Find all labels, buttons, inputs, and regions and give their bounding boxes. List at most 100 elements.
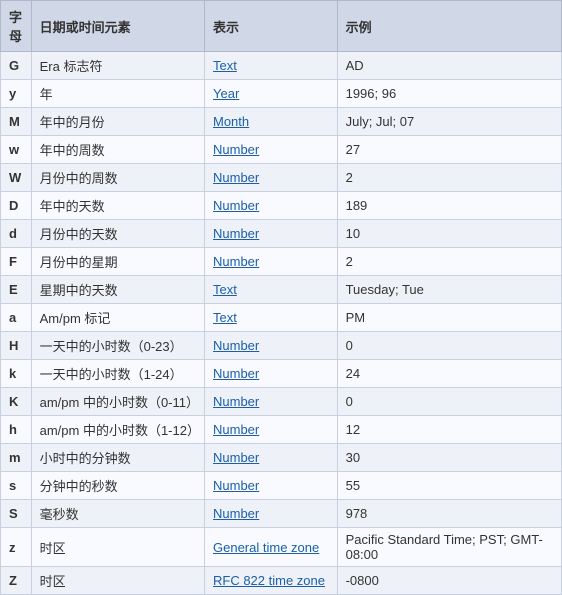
cell-desc: 年中的月份 (31, 108, 204, 136)
cell-example: 2 (337, 164, 561, 192)
cell-example: -0800 (337, 567, 561, 595)
header-example: 示例 (337, 1, 561, 52)
rep-link[interactable]: Number (213, 338, 259, 353)
rep-link[interactable]: Number (213, 506, 259, 521)
cell-rep[interactable]: Number (205, 416, 338, 444)
table-row: E星期中的天数TextTuesday; Tue (1, 276, 562, 304)
table-row: aAm/pm 标记TextPM (1, 304, 562, 332)
cell-char: k (1, 360, 32, 388)
date-format-table: 字母 日期或时间元素 表示 示例 GEra 标志符TextADy年Year199… (0, 0, 562, 595)
cell-example: 0 (337, 332, 561, 360)
cell-rep[interactable]: Number (205, 444, 338, 472)
cell-char: y (1, 80, 32, 108)
cell-rep[interactable]: Number (205, 472, 338, 500)
rep-link[interactable]: Number (213, 422, 259, 437)
cell-rep[interactable]: Number (205, 360, 338, 388)
rep-link[interactable]: Month (213, 114, 249, 129)
cell-rep[interactable]: Month (205, 108, 338, 136)
cell-example: Pacific Standard Time; PST; GMT-08:00 (337, 528, 561, 567)
cell-example: 978 (337, 500, 561, 528)
table-row: Kam/pm 中的小时数（0-11）Number0 (1, 388, 562, 416)
cell-desc: 月份中的周数 (31, 164, 204, 192)
cell-rep[interactable]: Number (205, 164, 338, 192)
cell-rep[interactable]: Year (205, 80, 338, 108)
table-row: GEra 标志符TextAD (1, 52, 562, 80)
cell-rep[interactable]: Number (205, 220, 338, 248)
rep-link[interactable]: Number (213, 170, 259, 185)
cell-desc: 年中的周数 (31, 136, 204, 164)
cell-desc: 一天中的小时数（0-23） (31, 332, 204, 360)
rep-link[interactable]: Number (213, 198, 259, 213)
cell-rep[interactable]: Number (205, 248, 338, 276)
cell-char: S (1, 500, 32, 528)
cell-example: 10 (337, 220, 561, 248)
cell-example: AD (337, 52, 561, 80)
cell-char: m (1, 444, 32, 472)
rep-link[interactable]: RFC 822 time zone (213, 573, 325, 588)
rep-link[interactable]: Number (213, 254, 259, 269)
table-row: S毫秒数Number978 (1, 500, 562, 528)
table-row: w年中的周数 Number 27 (1, 136, 562, 164)
table-row: y年Year1996; 96 (1, 80, 562, 108)
rep-link[interactable]: Number (213, 394, 259, 409)
table-row: D年中的天数Number189 (1, 192, 562, 220)
cell-desc: 星期中的天数 (31, 276, 204, 304)
table-row: W月份中的周数 Number 2 (1, 164, 562, 192)
cell-desc: am/pm 中的小时数（1-12） (31, 416, 204, 444)
cell-char: M (1, 108, 32, 136)
cell-desc: 一天中的小时数（1-24） (31, 360, 204, 388)
cell-desc: 月份中的天数 (31, 220, 204, 248)
cell-desc: 小时中的分钟数 (31, 444, 204, 472)
rep-link[interactable]: Text (213, 282, 237, 297)
rep-link[interactable]: Text (213, 310, 237, 325)
header-rep: 表示 (205, 1, 338, 52)
cell-rep[interactable]: General time zone (205, 528, 338, 567)
cell-char: W (1, 164, 32, 192)
cell-rep[interactable]: Text (205, 304, 338, 332)
cell-rep[interactable]: Number (205, 500, 338, 528)
table-row: ham/pm 中的小时数（1-12）Number12 (1, 416, 562, 444)
table-header-row: 字母 日期或时间元素 表示 示例 (1, 1, 562, 52)
table-row: M年中的月份 Month July; Jul; 07 (1, 108, 562, 136)
cell-desc: 分钟中的秒数 (31, 472, 204, 500)
rep-link[interactable]: Text (213, 58, 237, 73)
cell-rep[interactable]: Number (205, 192, 338, 220)
cell-example: 24 (337, 360, 561, 388)
cell-example: 27 (337, 136, 561, 164)
cell-rep[interactable]: Text (205, 276, 338, 304)
cell-rep[interactable]: Number (205, 332, 338, 360)
cell-desc: Era 标志符 (31, 52, 204, 80)
cell-rep[interactable]: Number (205, 136, 338, 164)
cell-char: a (1, 304, 32, 332)
rep-link[interactable]: General time zone (213, 540, 319, 555)
cell-char: w (1, 136, 32, 164)
cell-example: 0 (337, 388, 561, 416)
cell-rep[interactable]: RFC 822 time zone (205, 567, 338, 595)
cell-example: 30 (337, 444, 561, 472)
cell-char: E (1, 276, 32, 304)
cell-example: July; Jul; 07 (337, 108, 561, 136)
cell-rep[interactable]: Number (205, 388, 338, 416)
table-row: k一天中的小时数（1-24） Number 24 (1, 360, 562, 388)
cell-desc: 年 (31, 80, 204, 108)
rep-link[interactable]: Number (213, 366, 259, 381)
rep-link[interactable]: Number (213, 142, 259, 157)
cell-char: F (1, 248, 32, 276)
table-row: F月份中的星期Number2 (1, 248, 562, 276)
rep-link[interactable]: Year (213, 86, 239, 101)
rep-link[interactable]: Number (213, 226, 259, 241)
rep-link[interactable]: Number (213, 450, 259, 465)
cell-char: D (1, 192, 32, 220)
cell-char: Z (1, 567, 32, 595)
cell-desc: 月份中的星期 (31, 248, 204, 276)
cell-example: 12 (337, 416, 561, 444)
cell-rep[interactable]: Text (205, 52, 338, 80)
cell-desc: Am/pm 标记 (31, 304, 204, 332)
rep-link[interactable]: Number (213, 478, 259, 493)
cell-desc: 时区 (31, 528, 204, 567)
cell-char: K (1, 388, 32, 416)
cell-char: H (1, 332, 32, 360)
cell-desc: 时区 (31, 567, 204, 595)
table-row: d月份中的天数Number10 (1, 220, 562, 248)
table-row: m小时中的分钟数 Number 30 (1, 444, 562, 472)
